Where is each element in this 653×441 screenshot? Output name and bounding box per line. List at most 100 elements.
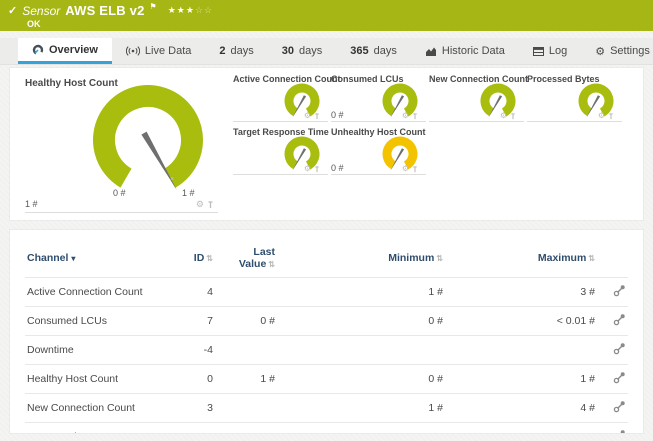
pin-icon[interactable] [207,200,214,209]
tab-365-days[interactable]: 365 days [336,38,411,64]
column-header-minimum[interactable]: Minimum ⇅ [277,240,445,278]
pin-icon[interactable] [412,165,418,173]
gauge-consumed-lcus[interactable]: Consumed LCUs 0 # ⚙ [329,74,426,122]
table-row[interactable]: Consumed LCUs 7 0 # 0 # < 0.01 # [25,306,628,336]
tab-label: Live Data [144,45,192,57]
channel-gear-icon[interactable]: ⚙ [500,112,507,120]
cell-divider [429,121,524,122]
gauge-healthy-host-count[interactable]: Healthy Host Count 0 # 1 # × 1 # ⚙ [10,68,228,220]
channel-name[interactable]: Active Connection Count [25,277,173,307]
gauge-processed-bytes[interactable]: Processed Bytes ⚙ [525,74,622,122]
gauge-scale-min: 0 # [113,188,126,198]
pin-icon[interactable] [510,112,516,120]
gauge-new-connection-count[interactable]: New Connection Count ⚙ [427,74,528,122]
channel-id: 7 [173,306,215,336]
column-header-last-value[interactable]: Last Value ⇅ [215,240,277,278]
channel-minimum: 1 # [277,393,445,423]
pin-icon[interactable] [314,112,320,120]
tab-label: Overview [49,43,98,56]
edit-channel-icon[interactable] [613,314,626,329]
live-data-icon [125,46,140,56]
table-row[interactable]: New Connection Count 3 1 # 4 # [25,393,628,423]
channel-last-value: 1 # [215,364,277,394]
cell-divider [233,121,328,122]
pin-icon[interactable] [608,112,614,120]
star-icon[interactable]: ★★★ [168,5,195,15]
gauge-target-response-time[interactable]: Target Response Time ⚙ [231,127,329,175]
table-row[interactable]: Processed Bytes 6 < 0.01 MB < 0.01 MB [25,422,628,433]
tab-log[interactable]: Log [519,38,581,64]
channel-id: 0 [173,364,215,394]
gauge-current-value: 0 # [331,163,344,173]
channel-name[interactable]: Processed Bytes [25,422,173,433]
channel-table: Channel ▾ ID ⇅ Last Value ⇅ Minimum ⇅ Maximu… [25,240,628,433]
channel-maximum: 1 # [445,364,597,394]
channel-gear-icon[interactable]: ⚙ [402,112,409,120]
content-area: Healthy Host Count 0 # 1 # × 1 # ⚙ Activ… [0,65,653,433]
channel-name[interactable]: Downtime [25,335,173,365]
edit-channel-icon[interactable] [613,401,626,416]
channel-gear-icon[interactable]: ⚙ [304,165,311,173]
tab-overview[interactable]: Overview [18,38,112,64]
tab-label: days [230,45,254,57]
channel-gear-icon[interactable]: ⚙ [196,200,204,209]
gauge-scale-max: 1 # [182,188,195,198]
channel-last-value [215,335,277,365]
priority-flag-icon[interactable]: ⚑ [150,2,157,11]
object-kind-label: Sensor [22,3,61,18]
table-row[interactable]: Downtime -4 [25,335,628,365]
channel-maximum: < 0.01 MB [445,422,597,433]
tab-label: Settings [610,45,650,57]
column-header-id[interactable]: ID ⇅ [173,240,215,278]
pin-icon[interactable] [412,112,418,120]
tab-live-data[interactable]: Live Data [112,38,205,64]
channel-gear-icon[interactable]: ⚙ [304,112,311,120]
edit-channel-icon[interactable] [613,372,626,387]
channel-last-value [215,393,277,423]
tab-historic-data[interactable]: Historic Data [411,38,519,64]
star-empty-icon[interactable]: ☆☆ [195,5,213,15]
channel-minimum: 0 # [277,364,445,394]
tab-2-days[interactable]: 2 days [205,38,267,64]
pin-icon[interactable] [314,165,320,173]
channel-id: 4 [173,277,215,307]
cell-divider [527,121,622,122]
gear-icon: ⚙ [595,45,606,58]
column-header-channel[interactable]: Channel ▾ [25,240,173,278]
channel-last-value [215,277,277,307]
column-header-edit [597,240,628,278]
table-row[interactable]: Active Connection Count 4 1 # 3 # [25,277,628,307]
gauge-dial [93,85,203,195]
tab-label: Log [548,45,568,57]
channel-maximum: 3 # [445,277,597,307]
edit-channel-icon[interactable] [613,285,626,300]
cell-divider [331,121,426,122]
edit-channel-icon[interactable] [613,343,626,358]
channel-minimum [277,335,445,365]
channel-last-value [215,422,277,433]
status-badge: OK [27,19,41,29]
channel-gear-icon[interactable]: ⚙ [598,112,605,120]
tab-settings[interactable]: ⚙ Settings [581,38,653,64]
channel-table-panel: Channel ▾ ID ⇅ Last Value ⇅ Minimum ⇅ Maximu… [10,230,643,433]
table-row[interactable]: Healthy Host Count 0 1 # 0 # 1 # [25,364,628,394]
tab-label: Historic Data [441,45,505,57]
gauge-unhealthy-host-count[interactable]: Unhealthy Host Count 0 # ⚙ [329,127,426,175]
gauge-active-connection-count[interactable]: Active Connection Count ⚙ [231,74,341,122]
tab-number: 365 [350,45,369,57]
tab-30-days[interactable]: 30 days [268,38,337,64]
channel-id: -4 [173,335,215,365]
sort-icon: ⇅ [268,260,275,269]
column-header-maximum[interactable]: Maximum ⇅ [445,240,597,278]
channel-name[interactable]: Healthy Host Count [25,364,173,394]
needle-tip-mark: × [170,176,175,183]
tab-bar: Overview Live Data 2 days 30 days 365 da… [0,38,653,65]
channel-gear-icon[interactable]: ⚙ [402,165,409,173]
channel-name[interactable]: Consumed LCUs [25,306,173,336]
channel-name[interactable]: New Connection Count [25,393,173,423]
priority-stars[interactable]: ★★★☆☆ [168,5,213,16]
area-chart-icon [425,46,437,57]
page-title: AWS ELB v2 [65,3,145,18]
channel-maximum [445,335,597,365]
sensor-header: ✓ Sensor AWS ELB v2 ⚑ ★★★☆☆ OK [0,0,653,31]
